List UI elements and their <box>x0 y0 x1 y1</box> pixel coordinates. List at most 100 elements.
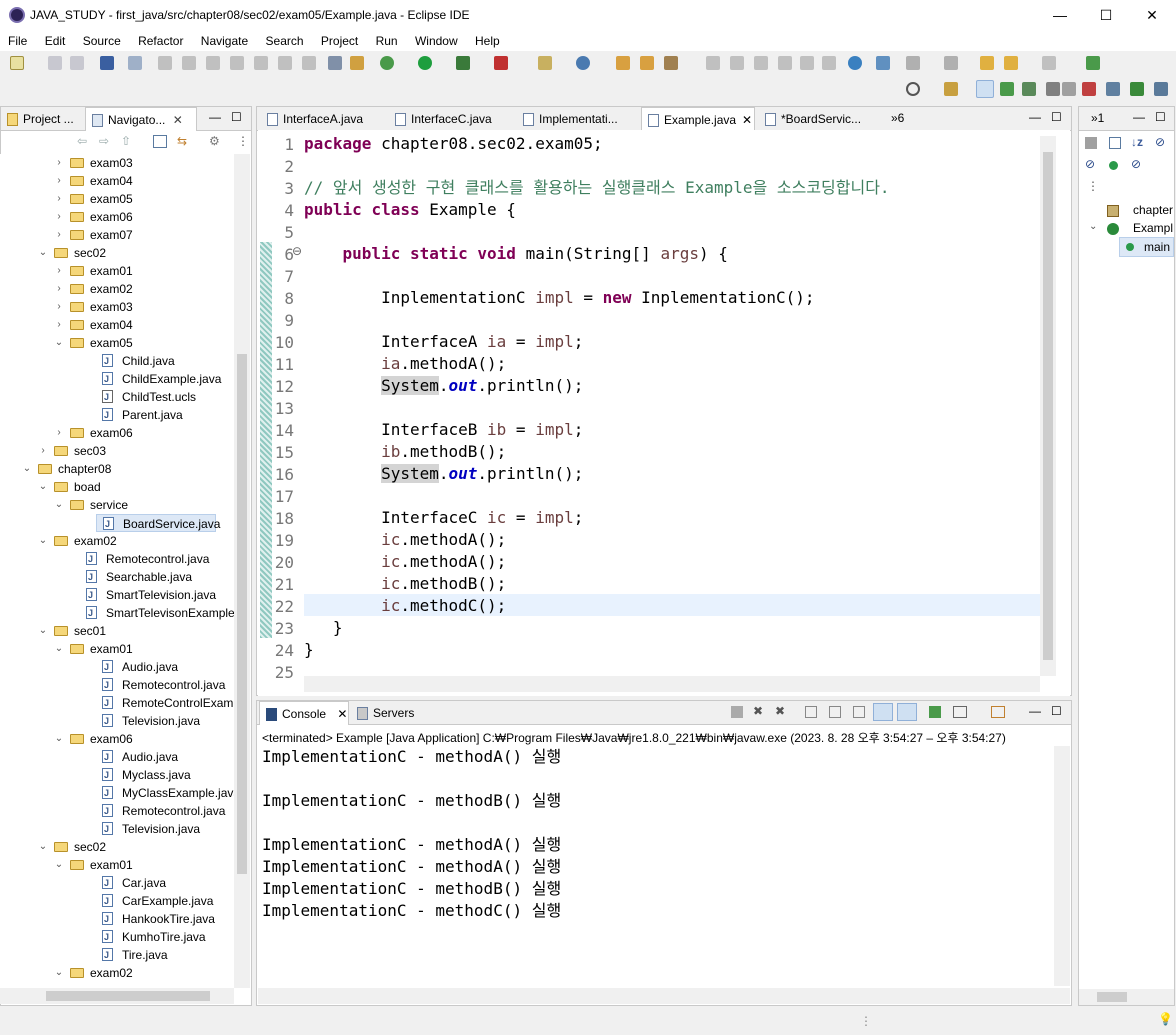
sort-alpha-icon[interactable]: ↓z <box>1131 135 1143 149</box>
chevron-down-icon[interactable]: ⌄ <box>38 532 48 550</box>
new-class-icon[interactable] <box>576 56 590 70</box>
open-console-icon[interactable] <box>991 706 1005 718</box>
back-icon[interactable] <box>1004 56 1018 70</box>
chevron-down-icon[interactable]: ⌄ <box>38 622 48 640</box>
maximize-console-icon[interactable]: ☐ <box>1051 704 1062 718</box>
public-members-icon[interactable] <box>1109 161 1118 170</box>
sort-icon[interactable] <box>1085 137 1097 149</box>
pen-icon[interactable] <box>730 56 744 70</box>
step-return-icon[interactable] <box>302 56 316 70</box>
forward-arrow-icon[interactable]: ⇨ <box>99 134 109 148</box>
save-icon[interactable] <box>48 56 62 70</box>
minimize-right-icon[interactable] <box>1062 82 1076 96</box>
quick-access-search-icon[interactable] <box>906 82 920 96</box>
tree-file[interactable]: BoardService.java <box>96 514 220 533</box>
editor-overflow-chevron[interactable]: »6 <box>891 111 904 125</box>
pilcrow-icon[interactable] <box>822 56 836 70</box>
tab-project-explorer[interactable]: Project ... <box>1 107 85 131</box>
back-arrow-icon[interactable]: ⇦ <box>77 134 87 148</box>
chevron-down-icon[interactable]: ⌄ <box>38 838 48 856</box>
mark-occurrences-icon[interactable] <box>350 56 364 70</box>
maximize-view-icon[interactable]: ☐ <box>231 110 242 124</box>
git-perspective-icon[interactable] <box>1022 82 1036 96</box>
suspend-icon[interactable] <box>182 56 196 70</box>
outline-hscroll-thumb[interactable] <box>1097 992 1127 1002</box>
chevron-down-icon[interactable]: ⌄ <box>54 496 64 514</box>
collapse-outline-icon[interactable] <box>1109 137 1121 149</box>
toggle-block-icon[interactable] <box>778 56 792 70</box>
step-over-icon[interactable] <box>278 56 292 70</box>
code-editor[interactable]: 1 2 3 4 5 6 7 8 9 10 11 12 13 14 15 16 17 18 19 20 21 22 23 24 2… <box>258 130 1070 696</box>
tab-boardservice[interactable]: *BoardServic... <box>759 107 883 131</box>
chevron-right-icon[interactable]: › <box>54 262 64 280</box>
tip-bulb-icon[interactable]: 💡 <box>1158 1012 1173 1026</box>
tab-console[interactable]: Console ✕ <box>259 701 349 725</box>
tree-hscroll-thumb[interactable] <box>46 991 210 1001</box>
chevron-down-icon[interactable]: ⌄ <box>54 856 64 874</box>
menu-help[interactable]: Help <box>467 31 500 51</box>
tab-implementation[interactable]: Implementati... <box>517 107 641 131</box>
outline-menu-icon[interactable]: ⋮ <box>1087 179 1099 193</box>
new-java-project-icon[interactable] <box>538 56 552 70</box>
menu-window[interactable]: Window <box>407 31 458 51</box>
close-icon[interactable]: ✕ <box>742 113 752 127</box>
save-all-icon[interactable] <box>70 56 84 70</box>
globe-icon[interactable] <box>848 56 862 70</box>
chevron-right-icon[interactable]: › <box>54 226 64 244</box>
chevron-right-icon[interactable]: › <box>54 280 64 298</box>
close-icon[interactable]: ✕ <box>337 707 347 721</box>
filter-icon[interactable]: ⚙ <box>209 134 220 148</box>
close-button[interactable]: ✕ <box>1132 4 1172 26</box>
tab-navigator[interactable]: Navigato... ✕ <box>85 107 197 131</box>
maximize-outline-icon[interactable]: ☐ <box>1155 110 1166 124</box>
menu-search[interactable]: Search <box>258 31 304 51</box>
forward-icon[interactable] <box>1042 56 1056 70</box>
tree-scroll-thumb[interactable] <box>237 354 247 874</box>
up-arrow-icon[interactable]: ⇧ <box>121 134 131 148</box>
new-icon[interactable] <box>10 56 24 70</box>
last-edit-icon[interactable] <box>980 56 994 70</box>
run-server-icon[interactable] <box>876 56 890 70</box>
external-tools-icon[interactable] <box>494 56 508 70</box>
terminal-icon[interactable] <box>100 56 114 70</box>
coverage-icon[interactable] <box>456 56 470 70</box>
disconnect-icon[interactable] <box>230 56 244 70</box>
minimize-console-icon[interactable]: — <box>1029 704 1041 718</box>
view-menu-icon[interactable]: ⋮ <box>237 134 249 148</box>
outline-class[interactable]: Exampl <box>1133 221 1173 235</box>
chevron-right-icon[interactable]: › <box>54 316 64 334</box>
minimize-editor-icon[interactable]: — <box>1029 110 1041 124</box>
chevron-right-icon[interactable]: › <box>54 172 64 190</box>
open-perspective-icon[interactable] <box>944 82 958 96</box>
minimize-button[interactable]: — <box>1040 4 1080 26</box>
fold-toggle-icon[interactable]: ⊖ <box>292 244 302 258</box>
pin-console-icon[interactable] <box>929 706 941 718</box>
open-task-icon[interactable] <box>640 56 654 70</box>
console-output[interactable]: ImplementationC - methodA() 실행 Implementa… <box>258 746 1054 986</box>
terminate-icon[interactable] <box>206 56 220 70</box>
close-icon[interactable]: ✕ <box>173 113 183 127</box>
table-icon[interactable] <box>1106 82 1120 96</box>
remove-all-icon[interactable]: ✖ <box>775 704 785 718</box>
resume-icon[interactable] <box>158 56 172 70</box>
skip-breakpoints-icon[interactable] <box>128 56 142 70</box>
editor-vertical-scrollbar[interactable] <box>1040 136 1056 676</box>
chevron-right-icon[interactable]: › <box>54 154 64 172</box>
chevron-down-icon[interactable]: ⌄ <box>38 478 48 496</box>
remove-launch-icon[interactable]: ✖ <box>753 704 763 718</box>
pin-editor-icon[interactable] <box>1086 56 1100 70</box>
menu-edit[interactable]: Edit <box>37 31 66 51</box>
menu-refactor[interactable]: Refactor <box>130 31 183 51</box>
tab-interfacec[interactable]: InterfaceC.java <box>389 107 513 131</box>
show-whitespace-icon[interactable] <box>800 56 814 70</box>
tab-example[interactable]: Example.java ✕ <box>641 107 755 131</box>
package-icon[interactable] <box>1130 82 1144 96</box>
search-icon[interactable] <box>664 56 678 70</box>
link-editor-icon[interactable]: ⇆ <box>177 134 187 148</box>
chevron-down-icon[interactable]: ⌄ <box>1089 221 1097 232</box>
word-wrap-icon[interactable] <box>853 706 865 718</box>
menu-navigate[interactable]: Navigate <box>193 31 248 51</box>
java-perspective-icon[interactable] <box>976 80 994 98</box>
annotation-icon[interactable] <box>706 56 720 70</box>
debug-perspective-icon[interactable] <box>1000 82 1014 96</box>
